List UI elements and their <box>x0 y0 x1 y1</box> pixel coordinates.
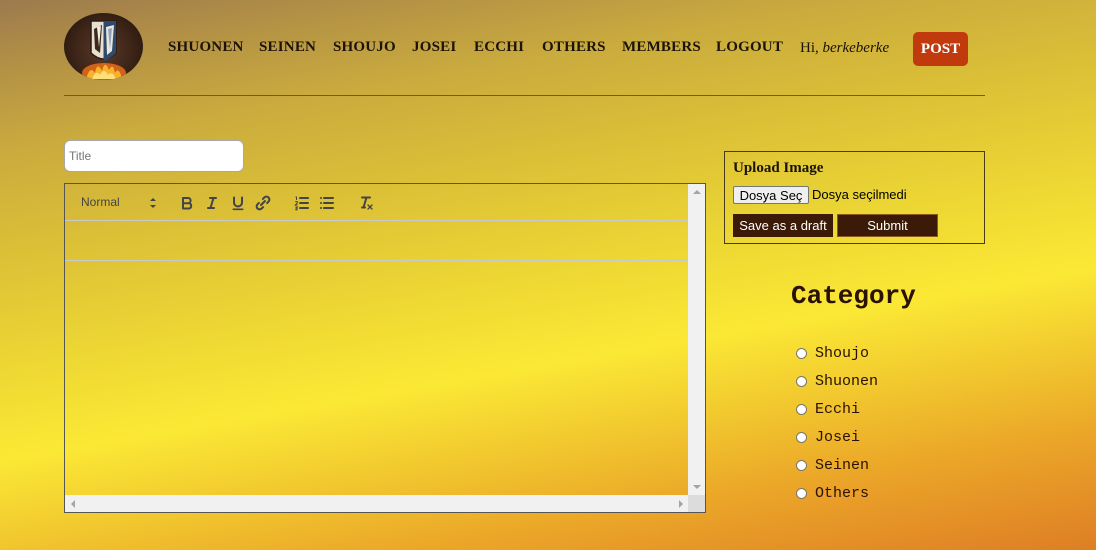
clear-format-icon <box>361 196 373 210</box>
link-button[interactable] <box>254 194 272 212</box>
nav-link-seinen[interactable]: SEINEN <box>259 39 316 56</box>
category-option-label: Others <box>815 484 870 502</box>
scroll-up-icon[interactable] <box>693 190 701 194</box>
bullet-list-icon <box>320 197 334 209</box>
rich-text-editor: Normal <box>64 183 706 513</box>
survey-corps-emblem-icon <box>82 20 126 80</box>
category-option-label: Ecchi <box>815 400 861 418</box>
upload-image-heading: Upload Image <box>733 160 824 176</box>
username: berkeberke <box>822 40 890 56</box>
editor-heading-area[interactable] <box>65 221 689 261</box>
scroll-right-icon[interactable] <box>679 500 683 508</box>
link-icon <box>255 195 271 211</box>
category-option-josei[interactable]: Josei <box>796 428 860 446</box>
editor-toolbar: Normal <box>65 184 689 221</box>
italic-button[interactable] <box>203 194 221 212</box>
category-option-others[interactable]: Others <box>796 484 869 502</box>
select-arrows-icon <box>150 198 156 208</box>
nav-link-shuonen[interactable]: SHUONEN <box>168 39 244 56</box>
header-divider <box>64 95 985 96</box>
radio-button[interactable] <box>796 431 807 443</box>
category-option-label: Shoujo <box>815 344 870 362</box>
submit-button[interactable]: Submit <box>837 214 938 237</box>
nav-link-shoujo[interactable]: SHOUJO <box>333 39 396 56</box>
category-option-ecchi[interactable]: Ecchi <box>796 400 860 418</box>
choose-file-button[interactable]: Dosya Seç <box>733 186 809 204</box>
category-option-label: Josei <box>815 428 861 446</box>
underline-icon <box>232 196 244 211</box>
category-option-seinen[interactable]: Seinen <box>796 456 869 474</box>
category-heading: Category <box>791 281 916 311</box>
radio-button[interactable] <box>796 487 807 499</box>
title-input[interactable] <box>64 140 244 172</box>
scroll-left-icon[interactable] <box>71 500 75 508</box>
underline-button[interactable] <box>229 194 247 212</box>
vertical-scrollbar[interactable] <box>688 184 705 495</box>
clear-format-button[interactable] <box>357 194 375 212</box>
scrollbar-corner <box>688 495 705 512</box>
scroll-down-icon[interactable] <box>693 485 701 489</box>
bullet-list-button[interactable] <box>318 194 336 212</box>
radio-button[interactable] <box>796 403 807 415</box>
radio-button[interactable] <box>796 347 807 359</box>
category-option-shuonen[interactable]: Shuonen <box>796 372 878 390</box>
horizontal-scrollbar[interactable] <box>65 495 689 512</box>
nav-link-ecchi[interactable]: ECCHI <box>474 39 524 56</box>
user-greeting: Hi, berkeberke <box>800 40 889 57</box>
category-option-label: Seinen <box>815 456 870 474</box>
nav-link-logout[interactable]: LOGOUT <box>716 39 783 56</box>
radio-button[interactable] <box>796 459 807 471</box>
save-draft-button[interactable]: Save as a draft <box>733 214 833 237</box>
upload-panel: Upload Image Dosya Seç Dosya seçilmedi S… <box>724 151 985 244</box>
category-option-shoujo[interactable]: Shoujo <box>796 344 869 362</box>
greeting-prefix: Hi, <box>800 40 823 56</box>
header-format-select[interactable]: Normal <box>81 194 157 212</box>
editor-content-area[interactable] <box>65 261 689 495</box>
category-option-label: Shuonen <box>815 372 879 390</box>
site-logo[interactable] <box>64 13 143 80</box>
italic-icon <box>207 197 217 209</box>
bold-button[interactable] <box>178 194 196 212</box>
post-button[interactable]: POST <box>913 32 968 66</box>
header-format-value: Normal <box>81 195 120 209</box>
file-status-text: Dosya seçilmedi <box>812 187 907 202</box>
ordered-list-button[interactable] <box>293 194 311 212</box>
nav-link-others[interactable]: OTHERS <box>542 39 606 56</box>
nav-link-josei[interactable]: JOSEI <box>412 39 456 56</box>
ordered-list-icon <box>293 196 309 211</box>
bold-icon <box>182 197 193 210</box>
radio-button[interactable] <box>796 375 807 387</box>
nav-link-members[interactable]: MEMBERS <box>622 39 701 56</box>
